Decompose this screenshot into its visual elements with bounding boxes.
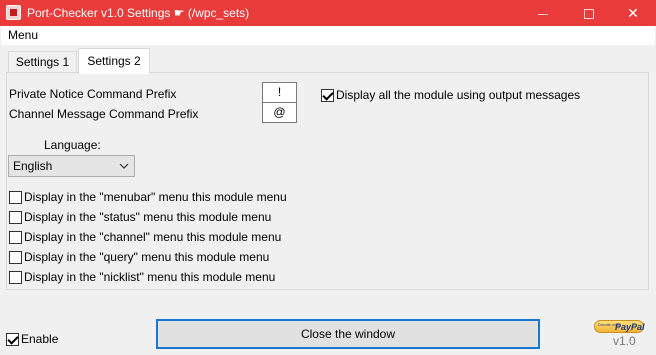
checkbox-box[interactable] — [321, 88, 334, 102]
minimize-icon — [538, 13, 548, 15]
checkbox-box[interactable] — [6, 332, 19, 346]
version-label: v1.0 — [613, 334, 636, 348]
language-select[interactable]: English — [8, 155, 135, 177]
display-output-checkbox[interactable]: Display all the module using output mess… — [321, 88, 580, 102]
menubar-menu-label: Display in the "menubar" menu this modul… — [24, 190, 287, 204]
channel-menu-checkbox[interactable]: Display in the "channel" menu this modul… — [9, 230, 281, 244]
close-icon: ✕ — [627, 5, 639, 21]
chevron-down-icon — [119, 163, 129, 169]
tab-settings-1[interactable]: Settings 1 — [8, 51, 77, 73]
nicklist-menu-label: Display in the "nicklist" menu this modu… — [24, 270, 276, 284]
paypal-logo: PayPal — [615, 322, 645, 332]
app-icon — [6, 5, 21, 20]
checkbox-box[interactable] — [9, 210, 22, 224]
enable-checkbox[interactable]: Enable — [6, 332, 58, 346]
status-menu-checkbox[interactable]: Display in the "status" menu this module… — [9, 210, 271, 224]
paypal-donate-button[interactable]: Donate with PayPal — [594, 320, 645, 333]
close-window-button[interactable]: ✕ — [610, 0, 656, 26]
display-output-label: Display all the module using output mess… — [336, 88, 581, 102]
minimize-button[interactable] — [520, 0, 566, 26]
checkbox-box[interactable] — [9, 250, 22, 264]
window-title: Port-Checker v1.0 Settings ☛ (/wpc_sets) — [27, 6, 250, 20]
maximize-button[interactable] — [566, 0, 612, 26]
private-notice-prefix-input[interactable]: ! — [262, 82, 297, 103]
menu-bar: Menu — [1, 26, 655, 45]
query-menu-label: Display in the "query" menu this module … — [24, 250, 270, 264]
channel-message-label: Channel Message Command Prefix — [9, 107, 199, 121]
language-value: English — [13, 159, 53, 173]
status-menu-label: Display in the "status" menu this module… — [24, 210, 272, 224]
maximize-icon — [584, 9, 594, 20]
checkbox-box[interactable] — [9, 270, 22, 284]
checkbox-box[interactable] — [9, 230, 22, 244]
menu-item-menu[interactable]: Menu — [8, 28, 38, 42]
title-bar: Port-Checker v1.0 Settings ☛ (/wpc_sets)… — [0, 0, 656, 26]
channel-message-prefix-input[interactable]: @ — [262, 102, 297, 123]
private-notice-label: Private Notice Command Prefix — [9, 87, 177, 101]
enable-label: Enable — [21, 332, 59, 346]
query-menu-checkbox[interactable]: Display in the "query" menu this module … — [9, 250, 269, 264]
language-label: Language: — [44, 138, 101, 152]
menubar-menu-checkbox[interactable]: Display in the "menubar" menu this modul… — [9, 190, 287, 204]
nicklist-menu-checkbox[interactable]: Display in the "nicklist" menu this modu… — [9, 270, 275, 284]
checkbox-box[interactable] — [9, 190, 22, 204]
close-the-window-button[interactable]: Close the window — [156, 319, 540, 349]
tab-settings-2[interactable]: Settings 2 — [78, 48, 150, 74]
channel-menu-label: Display in the "channel" menu this modul… — [24, 230, 282, 244]
